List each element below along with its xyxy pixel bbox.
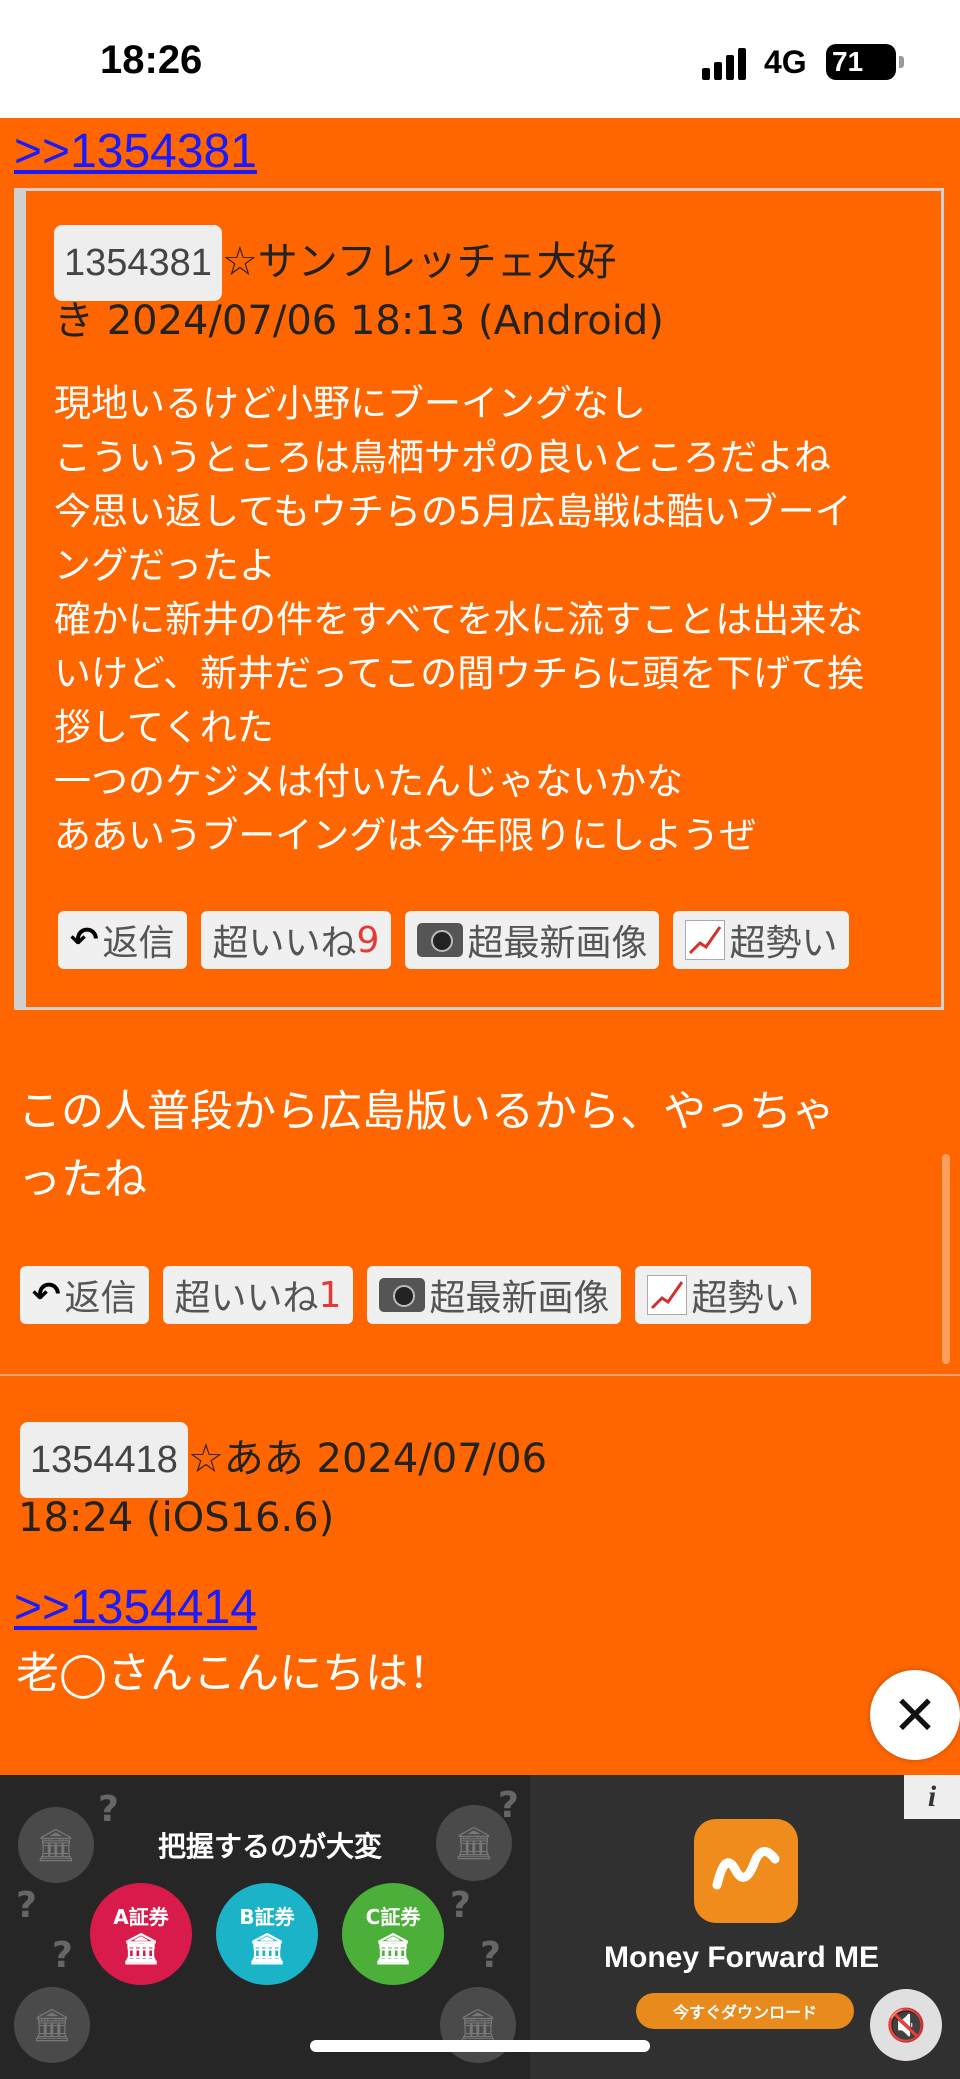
- reply-post-actions: ↶ 返信 超いいね 1 超最新画像 超勢い: [20, 1266, 812, 1324]
- quoted-post-actions: ↶ 返信 超いいね 9 超最新画像 超勢い: [58, 911, 850, 969]
- body-line: 現地いるけど小野にブーイングなし: [54, 382, 646, 425]
- reply-label: 返信: [102, 923, 175, 964]
- images-button[interactable]: 超最新画像: [367, 1266, 622, 1324]
- scrollbar[interactable]: [942, 1154, 950, 1364]
- reply-post-text-line: この人普段から広島版いるから、やっちゃ: [18, 1087, 835, 1137]
- images-label: 超最新画像: [467, 923, 648, 964]
- like-label: 超いいね: [212, 923, 357, 964]
- reply-post-text-line: ったね: [18, 1155, 147, 1205]
- signal-icon: [702, 44, 746, 80]
- post-author: ☆サンフレッチェ大好: [221, 239, 617, 285]
- home-indicator[interactable]: [310, 2040, 650, 2052]
- images-button[interactable]: 超最新画像: [405, 911, 660, 969]
- trend-chart-icon: [647, 1275, 688, 1315]
- question-mark-icon: ?: [52, 1935, 73, 1976]
- body-line: いけど、新井だってこの間ウチらに頭を下げて挨: [54, 652, 865, 695]
- like-count: 1: [318, 1274, 342, 1316]
- post-author: ☆ああ 2024/07/06: [187, 1436, 548, 1482]
- question-mark-icon: ?: [98, 1789, 119, 1830]
- question-mark-icon: ?: [498, 1785, 519, 1826]
- battery-level: 71: [832, 46, 864, 77]
- question-mark-icon: ?: [16, 1885, 37, 1926]
- ad-banner[interactable]: 🏛 🏛 🏛 🏛 ? ? ? ? ? ? 把握するのが大変 A証券 🏛 B証券 🏛 C…: [0, 1775, 960, 2079]
- quoted-post-meta: き 2024/07/06 18:13 (Android): [54, 298, 664, 344]
- body-line: ああいうブーイングは今年限りにしようぜ: [54, 814, 757, 857]
- bank-label: A証券: [113, 1905, 169, 1929]
- ad-info-icon[interactable]: i: [904, 1775, 960, 1819]
- bank-a-icon: A証券 🏛: [90, 1883, 192, 1985]
- bank-icon: 🏛: [14, 1987, 90, 2063]
- reply-button[interactable]: ↶ 返信: [20, 1266, 149, 1324]
- reply-label: 返信: [64, 1278, 137, 1319]
- images-label: 超最新画像: [429, 1278, 610, 1319]
- quote-link[interactable]: >>1354414: [14, 1580, 257, 1635]
- bank-b-icon: B証券 🏛: [216, 1883, 318, 1985]
- body-line: 確かに新井の件をすべてを水に流すことは出来な: [54, 598, 864, 641]
- quote-link[interactable]: >>1354381: [14, 124, 257, 179]
- question-mark-icon: ?: [450, 1885, 471, 1926]
- trend-button[interactable]: 超勢い: [635, 1266, 812, 1324]
- like-label: 超いいね: [174, 1278, 319, 1319]
- like-count: 9: [356, 919, 380, 961]
- trend-label: 超勢い: [691, 1278, 800, 1319]
- body-line: 拶してくれた: [54, 706, 274, 749]
- reply-icon: ↶: [70, 920, 99, 960]
- bank-label: B証券: [239, 1905, 295, 1929]
- status-bar: 18:26 4G 71: [0, 0, 960, 118]
- next-post-text: 老◯さんこんにちは！: [16, 1649, 452, 1699]
- bank-icon: 🏛: [18, 1807, 94, 1883]
- like-button[interactable]: 超いいね 9: [200, 911, 392, 969]
- ad-title: 把握するのが大変: [158, 1830, 383, 1863]
- trend-chart-icon: [685, 920, 726, 960]
- ad-left-panel: 🏛 🏛 🏛 🏛 ? ? ? ? ? ? 把握するのが大変 A証券 🏛 B証券 🏛 C…: [0, 1775, 530, 2079]
- body-line: 今思い返してもウチらの5月広島戦は酷いブーイ: [54, 490, 852, 533]
- trend-button[interactable]: 超勢い: [673, 911, 850, 969]
- battery-icon: 71: [826, 44, 904, 80]
- quoted-post: 1354381 ☆サンフレッチェ大好 き 2024/07/06 18:13 (An…: [14, 188, 944, 1010]
- money-forward-logo-icon: [694, 1819, 798, 1923]
- post-divider: [0, 1374, 960, 1376]
- camera-icon: [417, 923, 464, 957]
- trend-label: 超勢い: [729, 923, 838, 964]
- like-button[interactable]: 超いいね 1: [162, 1266, 354, 1324]
- quoted-post-body: 現地いるけど小野にブーイングなし こういうところは鳥栖サポの良いところだよね 今…: [54, 377, 954, 863]
- ad-brand-name: Money Forward ME: [604, 1941, 880, 1974]
- camera-icon: [379, 1278, 426, 1312]
- body-line: こういうところは鳥栖サポの良いところだよね: [54, 436, 831, 479]
- mute-icon[interactable]: 🔇: [870, 1989, 942, 2061]
- bank-c-icon: C証券 🏛: [342, 1883, 444, 1985]
- status-time: 18:26: [100, 38, 203, 82]
- reply-button[interactable]: ↶ 返信: [58, 911, 187, 969]
- body-line: 一つのケジメは付いたんじゃないかな: [54, 760, 683, 803]
- next-post-meta: 18:24 (iOS16.6): [18, 1495, 335, 1541]
- close-ad-button[interactable]: ✕: [870, 1670, 960, 1760]
- bank-label: C証券: [365, 1905, 421, 1929]
- question-mark-icon: ?: [480, 1935, 501, 1976]
- ad-download-button[interactable]: 今すぐダウンロード: [636, 1993, 854, 2029]
- reply-icon: ↶: [32, 1275, 61, 1315]
- network-type: 4G: [764, 44, 807, 80]
- body-line: ングだったよ: [54, 544, 276, 587]
